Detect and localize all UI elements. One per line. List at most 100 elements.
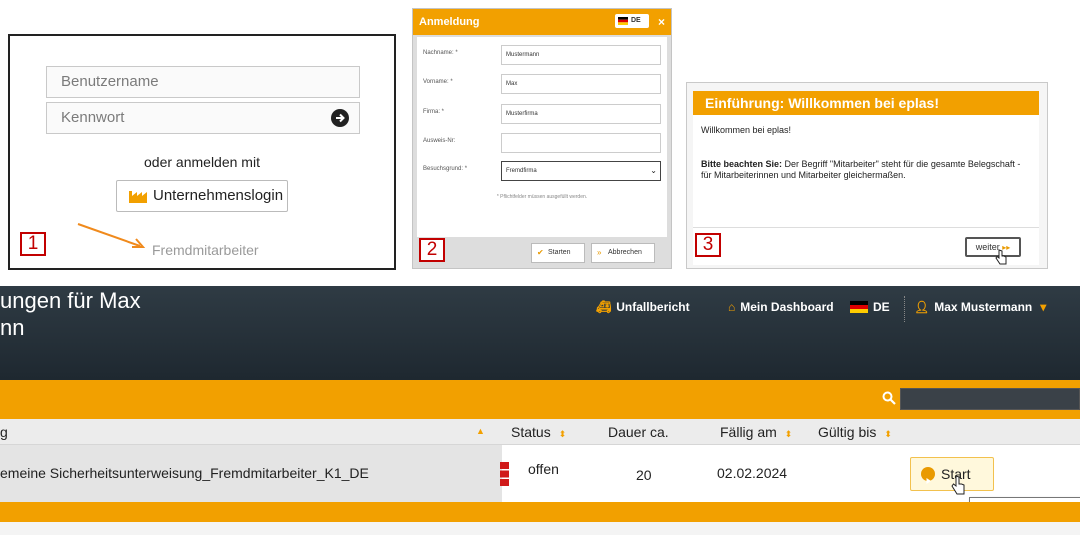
german-flag-icon xyxy=(850,301,868,313)
step-number-2: 2 xyxy=(419,238,445,262)
form-row-firstname: Vorname: * Max xyxy=(417,74,667,94)
table-header: g ▲ Status ⬍ Dauer ca. Fällig am ⬍ Gültig … xyxy=(0,419,1080,445)
page-bottom xyxy=(0,522,1080,535)
id-number-input[interactable] xyxy=(501,133,661,153)
external-worker-link[interactable]: Fremdmitarbeiter xyxy=(152,242,259,258)
caret-down-icon: ▾ xyxy=(1040,300,1047,314)
table-row: emeine Sicherheitsunterweisung_Fremdmita… xyxy=(0,445,1080,519)
column-header-name[interactable]: g xyxy=(0,424,8,440)
page-title-line1: ungen für Max xyxy=(0,288,141,313)
firstname-input[interactable]: Max xyxy=(501,74,661,94)
nav-language[interactable]: DE xyxy=(850,300,890,314)
status-value: offen xyxy=(528,461,559,477)
column-header-status-label: Status xyxy=(511,424,551,440)
column-header-status[interactable]: Status ⬍ xyxy=(511,424,566,440)
next-button[interactable]: weiter ▸▸ xyxy=(965,237,1021,257)
nav-user-menu[interactable]: 👤︎ Max Mustermann ▾ xyxy=(914,300,1051,314)
ambulance-icon: 🚑︎ xyxy=(596,300,612,314)
arrow-right-icon[interactable] xyxy=(331,109,349,127)
welcome-dialog-body: Willkommen bei eplas! Bitte beachten Sie… xyxy=(693,115,1039,265)
user-icon: 👤︎ xyxy=(914,300,930,314)
welcome-dialog-title: Einführung: Willkommen bei eplas! xyxy=(693,91,1039,115)
notice-bold: Bitte beachten Sie: xyxy=(701,159,783,169)
nav-separator xyxy=(904,296,906,322)
dialog-title: Anmeldung xyxy=(419,16,480,28)
firstname-label: Vorname: * xyxy=(423,79,453,85)
home-icon: ⌂ xyxy=(728,300,736,314)
visit-reason-label: Besuchsgrund: * xyxy=(423,166,468,172)
hand-cursor-icon xyxy=(951,475,965,495)
column-header-valid-until-label: Gültig bis xyxy=(818,424,877,440)
table-footer-bar xyxy=(0,502,1080,522)
username-input[interactable]: Benutzername xyxy=(46,66,360,98)
check-icon: ✔ xyxy=(537,248,544,257)
step-number-1: 1 xyxy=(20,232,46,256)
or-login-with-text: oder anmelden mit xyxy=(144,154,260,170)
search-input[interactable] xyxy=(900,388,1080,410)
cancel-button[interactable]: » Abbrechen xyxy=(591,243,655,263)
divider xyxy=(693,227,1039,228)
sort-asc-icon[interactable]: ▲ xyxy=(476,426,485,436)
search-icon xyxy=(882,391,896,405)
due-date-value: 02.02.2024 xyxy=(717,465,788,481)
company-label: Firma: * xyxy=(423,109,444,115)
step-number-3: 3 xyxy=(695,233,721,257)
column-header-due-label: Fällig am xyxy=(720,424,777,440)
form-row-reason: Besuchsgrund: * Fremdfirma ⌄ xyxy=(417,161,667,181)
column-header-valid-until[interactable]: Gültig bis ⬍ xyxy=(818,424,892,440)
column-header-duration[interactable]: Dauer ca. xyxy=(608,424,669,440)
dialog-footer: ✔ Starten » Abbrechen xyxy=(417,239,667,267)
status-traffic-light-icon xyxy=(500,462,509,486)
page-title: ungen für Max nn xyxy=(0,287,141,341)
start-button[interactable]: ✔ Starten xyxy=(531,243,585,263)
pointer-arrow-graphic xyxy=(77,223,146,248)
password-placeholder: Kennwort xyxy=(61,109,125,126)
cancel-button-label: Abbrechen xyxy=(608,249,642,256)
lastname-input[interactable]: Mustermann xyxy=(501,45,661,65)
username-placeholder: Benutzername xyxy=(61,73,159,90)
cancel-icon: » xyxy=(597,248,602,257)
welcome-dialog: Einführung: Willkommen bei eplas! Willko… xyxy=(686,82,1048,269)
login-panel: Benutzername Kennwort oder anmelden mit … xyxy=(8,34,396,270)
company-login-label: Unternehmenslogin xyxy=(153,187,284,204)
required-fields-note: * Pflichtfelder müssen ausgefüllt werden… xyxy=(496,194,588,200)
password-input[interactable]: Kennwort xyxy=(46,102,360,134)
close-icon[interactable]: × xyxy=(658,9,665,35)
company-input[interactable]: Musterfirma xyxy=(501,104,661,124)
visit-reason-select[interactable]: Fremdfirma ⌄ xyxy=(501,161,661,181)
welcome-text: Willkommen bei eplas! xyxy=(701,125,792,135)
dialog-body: Nachname: * Mustermann Vorname: * Max Fi… xyxy=(417,37,667,237)
visit-reason-value: Fremdfirma xyxy=(506,168,537,174)
german-flag-icon xyxy=(618,17,628,25)
search-toolbar xyxy=(0,380,1080,419)
registration-dialog: Anmeldung DE × Nachname: * Mustermann Vo… xyxy=(412,8,672,269)
nav-accident-report-label: Unfallbericht xyxy=(616,300,690,314)
nav-user-label: Max Mustermann xyxy=(934,300,1033,314)
form-row-id: Ausweis-Nr: xyxy=(417,133,667,153)
start-button-label: Starten xyxy=(548,249,571,256)
training-name: emeine Sicherheitsunterweisung_Fremdmita… xyxy=(0,465,369,481)
lastname-label: Nachname: * xyxy=(423,50,458,56)
form-row-company: Firma: * Musterfirma xyxy=(417,104,667,124)
sort-icon: ⬍ xyxy=(784,429,793,439)
chevron-down-icon: ⌄ xyxy=(650,166,657,175)
training-name-cell: emeine Sicherheitsunterweisung_Fremdmita… xyxy=(0,445,502,502)
sort-icon: ⬍ xyxy=(558,429,567,439)
page-title-line2: nn xyxy=(0,315,25,340)
language-selector[interactable]: DE xyxy=(615,14,649,28)
nav-accident-report[interactable]: 🚑︎ Unfallbericht xyxy=(596,300,690,314)
company-login-button[interactable]: Unternehmenslogin xyxy=(116,180,288,212)
id-number-label: Ausweis-Nr: xyxy=(423,138,456,144)
form-row-lastname: Nachname: * Mustermann xyxy=(417,45,667,65)
nav-language-label: DE xyxy=(873,300,890,314)
notice-text: Bitte beachten Sie: Der Begriff "Mitarbe… xyxy=(701,159,1031,181)
dialog-header: Anmeldung DE × xyxy=(413,9,671,35)
duration-value: 20 xyxy=(636,467,652,483)
nav-dashboard[interactable]: ⌂ Mein Dashboard xyxy=(728,300,834,314)
sort-icon: ⬍ xyxy=(884,429,892,439)
play-icon xyxy=(921,467,935,484)
column-header-due[interactable]: Fällig am ⬍ xyxy=(720,424,792,440)
language-label: DE xyxy=(631,17,641,24)
nav-dashboard-label: Mein Dashboard xyxy=(740,300,834,314)
factory-icon xyxy=(129,191,147,203)
